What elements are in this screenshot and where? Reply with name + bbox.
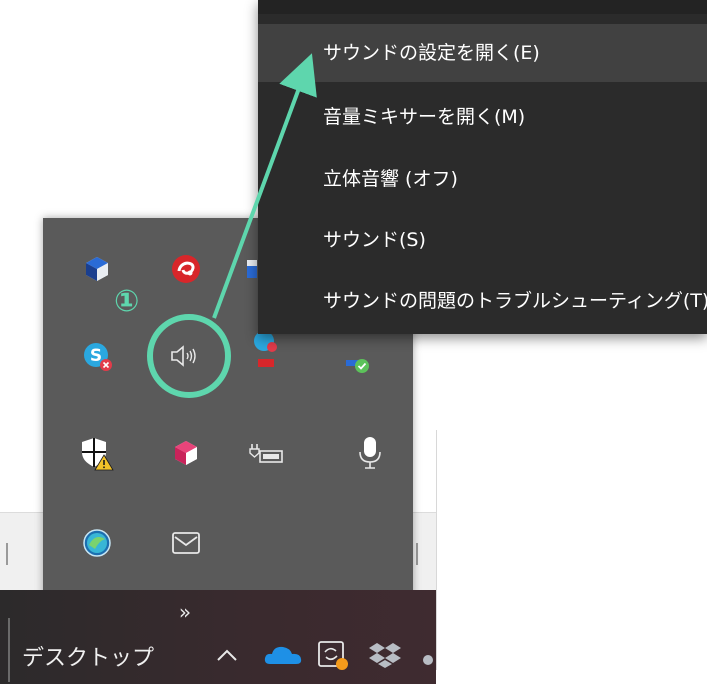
- background-window-border: [436, 430, 437, 670]
- chevron-double-right-icon[interactable]: »: [170, 600, 200, 624]
- menu-item-sound[interactable]: サウンド(S): [258, 211, 707, 269]
- annotation-step-number: ①: [114, 284, 140, 319]
- speaker-volume-icon[interactable]: [161, 331, 211, 381]
- pink-cube-app-icon[interactable]: [161, 428, 211, 478]
- menu-item-open-volume-mixer[interactable]: 音量ミキサーを開く(M): [258, 88, 707, 146]
- desktop-toolbar-label[interactable]: デスクトップ: [22, 640, 154, 672]
- menu-item-spatial-sound[interactable]: 立体音響 (オフ): [258, 150, 707, 208]
- onedrive-cloud-icon[interactable]: [262, 640, 304, 670]
- network-check-icon[interactable]: [333, 338, 383, 388]
- round-app-icon[interactable]: [72, 518, 122, 568]
- security-shield-warning-icon[interactable]: [72, 428, 122, 478]
- partial-tray-icon[interactable]: [422, 648, 436, 672]
- volume-context-menu: サウンドの設定を開く(E) 音量ミキサーを開く(M) 立体音響 (オフ) サウン…: [258, 0, 707, 334]
- mail-icon[interactable]: [161, 518, 211, 568]
- microphone-icon[interactable]: [345, 428, 395, 478]
- background-window-strip: [0, 512, 48, 592]
- show-hidden-icons-caret-icon[interactable]: [212, 640, 242, 670]
- svg-text:S: S: [90, 346, 102, 366]
- trend-micro-icon[interactable]: [161, 244, 211, 294]
- battery-power-icon[interactable]: [241, 428, 291, 478]
- dropbox-icon[interactable]: [368, 640, 402, 670]
- sync-app-icon[interactable]: [316, 638, 350, 672]
- background-window-strip: [412, 512, 436, 592]
- menu-item-troubleshoot-sound[interactable]: サウンドの問題のトラブルシューティング(T): [258, 272, 707, 330]
- skype-icon[interactable]: S: [72, 331, 122, 381]
- menu-item-open-sound-settings[interactable]: サウンドの設定を開く(E): [258, 24, 707, 82]
